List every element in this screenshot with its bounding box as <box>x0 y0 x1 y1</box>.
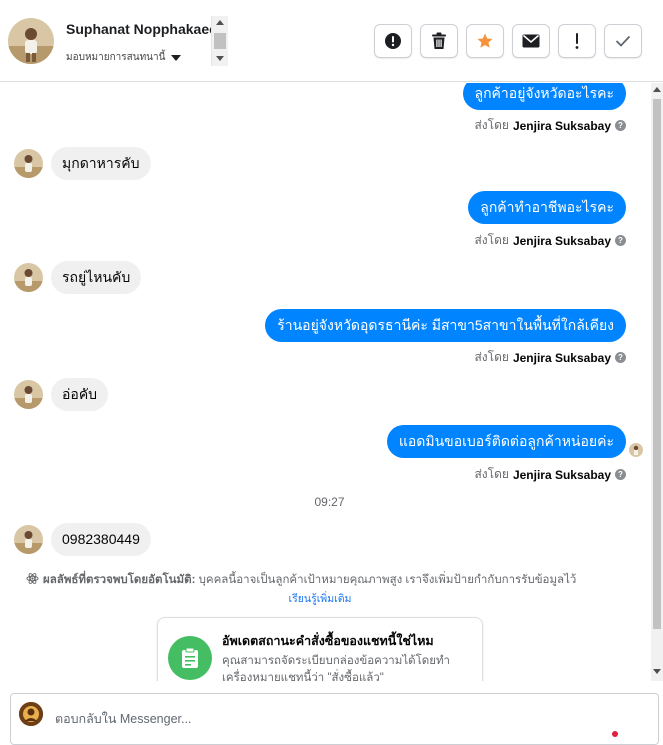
conversation-header: Suphanat Nopphakaeo มอบหมายการสนทนานี้ <box>0 0 663 82</box>
outgoing-message[interactable]: ลูกค้าอยู่จังหวัดอะไรคะ <box>462 83 626 110</box>
sent-by-line: ส่งโดย Jenjira Suksabay ? <box>474 465 626 484</box>
scroll-thumb[interactable] <box>214 33 226 49</box>
contact-name[interactable]: Suphanat Nopphakaeo <box>66 21 218 37</box>
incoming-message[interactable]: อ่อคับ <box>51 378 109 411</box>
scroll-down-arrow-icon[interactable] <box>653 669 661 674</box>
mark-done-button[interactable] <box>604 24 642 58</box>
sender-name[interactable]: Jenjira Suksabay <box>513 119 611 133</box>
mark-unread-button[interactable] <box>512 24 550 58</box>
notification-dot <box>612 731 618 737</box>
help-icon[interactable]: ? <box>615 469 626 480</box>
contact-avatar[interactable] <box>8 18 54 64</box>
contact-avatar-small[interactable] <box>14 263 43 292</box>
contact-avatar-small[interactable] <box>14 380 43 409</box>
help-icon[interactable]: ? <box>615 120 626 131</box>
trash-icon <box>432 32 446 49</box>
conversation-actions-toolbar <box>374 24 642 58</box>
incoming-message[interactable]: 0982380449 <box>51 523 151 556</box>
message-thread[interactable]: ลูกค้าอยู่จังหวัดอะไรคะ ส่งโดย Jenjira S… <box>0 83 651 681</box>
incoming-message-row: 0982380449 <box>14 523 151 556</box>
incoming-message[interactable]: มุกดาหารคับ <box>51 147 151 180</box>
outgoing-message[interactable]: ลูกค้าทำอาชีพอะไรคะ <box>468 191 626 224</box>
incoming-message-row: มุกดาหารคับ <box>14 147 151 180</box>
order-status-card[interactable]: อัพเดตสถานะคำสั่งซื้อของแชทนี้ใช่ไหม คุณ… <box>157 617 483 681</box>
sent-by-line: ส่งโดย Jenjira Suksabay ? <box>474 348 626 367</box>
assign-label: มอบหมายการสนทนานี้ <box>66 52 166 63</box>
assign-conversation-dropdown[interactable]: มอบหมายการสนทนานี้ <box>66 50 182 65</box>
sent-by-prefix: ส่งโดย <box>474 467 509 481</box>
sent-by-line: ส่งโดย Jenjira Suksabay ? <box>474 231 626 250</box>
help-icon[interactable]: ? <box>615 352 626 363</box>
mark-spam-button[interactable] <box>374 24 412 58</box>
scroll-up-arrow-icon[interactable] <box>653 87 661 92</box>
auto-detect-notice: ผลลัพธ์ที่ตรวจพบโดยอัตโนมัติ: บุคคลนี้อา… <box>26 571 646 589</box>
reply-input[interactable]: ตอบกลับใน Messenger... <box>10 693 659 745</box>
auto-detect-text: บุคคลนี้อาจเป็นลูกค้าเป้าหมายคุณภาพสูง เ… <box>198 574 577 586</box>
sent-by-prefix: ส่งโดย <box>474 118 509 132</box>
order-card-description: คุณสามารถจัดระเบียบกล่องข้อความได้โดยทำเ… <box>222 655 451 681</box>
seen-indicator-avatar <box>629 443 643 457</box>
contact-avatar-small[interactable] <box>14 525 43 554</box>
learn-more-link[interactable]: เรียนรู้เพิ่มเติม <box>0 590 640 607</box>
help-icon[interactable]: ? <box>615 235 626 246</box>
atom-icon <box>26 573 39 584</box>
exclamation-icon <box>575 33 579 49</box>
order-card-title: อัพเดตสถานะคำสั่งซื้อของแชทนี้ใช่ไหม <box>222 634 434 648</box>
order-receipt-icon <box>168 636 212 680</box>
outgoing-message[interactable]: แอดมินขอเบอร์ติดต่อลูกค้าหน่อยค่ะ <box>386 425 626 458</box>
delete-button[interactable] <box>420 24 458 58</box>
sent-by-prefix: ส่งโดย <box>474 350 509 364</box>
sent-by-prefix: ส่งโดย <box>474 233 509 247</box>
header-scrollbar[interactable] <box>211 16 228 66</box>
alert-circle-icon <box>385 33 401 49</box>
timestamp: 09:27 <box>314 495 345 509</box>
reply-placeholder: ตอบกลับใน Messenger... <box>55 712 192 726</box>
outgoing-message[interactable]: ร้านอยู่จังหวัดอุดรธานีค่ะ มีสาขา5สาขาใน… <box>265 309 626 342</box>
sent-by-line: ส่งโดย Jenjira Suksabay ? <box>474 116 626 135</box>
contact-avatar-small[interactable] <box>14 149 43 178</box>
caret-down-icon <box>171 54 182 61</box>
reply-area: ตอบกลับใน Messenger... <box>0 681 663 745</box>
star-icon <box>477 33 493 48</box>
incoming-message[interactable]: รถยู่ไหนคับ <box>51 261 142 294</box>
scroll-up-arrow-icon[interactable] <box>216 20 224 25</box>
envelope-icon <box>522 34 540 48</box>
incoming-message-row: รถยู่ไหนคับ <box>14 261 142 294</box>
incoming-message-row: อ่อคับ <box>14 378 109 411</box>
star-button[interactable] <box>466 24 504 58</box>
sender-name[interactable]: Jenjira Suksabay <box>513 468 611 482</box>
sender-name[interactable]: Jenjira Suksabay <box>513 351 611 365</box>
scroll-down-arrow-icon[interactable] <box>216 56 224 61</box>
page-avatar <box>19 702 43 726</box>
sender-name[interactable]: Jenjira Suksabay <box>513 234 611 248</box>
follow-up-button[interactable] <box>558 24 596 58</box>
auto-detect-label: ผลลัพธ์ที่ตรวจพบโดยอัตโนมัติ: <box>43 574 196 586</box>
chat-scrollbar[interactable] <box>651 83 663 681</box>
checkmark-icon <box>615 35 631 47</box>
scroll-thumb[interactable] <box>653 99 661 629</box>
